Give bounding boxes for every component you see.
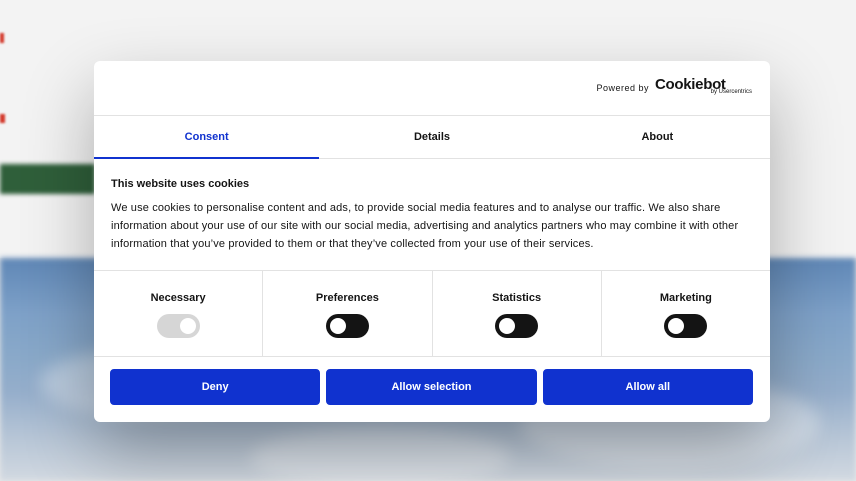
toggle-cell-preferences: Preferences: [263, 271, 433, 356]
body-text: We use cookies to personalise content an…: [111, 202, 739, 250]
logo-mark: Cookiebot by Usercentrics: [655, 77, 752, 99]
statistics-switch[interactable]: [495, 314, 539, 338]
switch-knob: [329, 318, 346, 334]
dialog-header: Powered by Cookiebot by Usercentrics: [94, 61, 770, 116]
dialog-body: This website uses cookies We use cookies…: [94, 159, 770, 271]
background-accent-mark: [0, 114, 5, 123]
tab-details[interactable]: Details: [319, 116, 544, 158]
preferences-switch[interactable]: [325, 314, 369, 338]
logo-powered-by: Powered by: [596, 83, 649, 93]
deny-button[interactable]: Deny: [110, 369, 321, 405]
tab-about[interactable]: About: [545, 116, 770, 158]
cookie-consent-dialog: Powered by Cookiebot by Usercentrics Con…: [94, 61, 770, 422]
background-button-shape: [0, 164, 95, 194]
toggle-cell-necessary: Necessary: [94, 271, 264, 356]
marketing-switch[interactable]: [664, 314, 708, 338]
toggle-cell-statistics: Statistics: [433, 271, 602, 356]
toggle-label-necessary: Necessary: [150, 292, 206, 304]
switch-knob: [668, 318, 685, 334]
background-cloud: [250, 428, 510, 481]
necessary-switch: [156, 314, 200, 338]
dialog-buttons: Deny Allow selection Allow all: [94, 357, 770, 405]
dialog-tabs: Consent Details About: [94, 116, 770, 159]
toggle-cell-marketing: Marketing: [602, 271, 770, 356]
background-accent-mark: [0, 33, 4, 43]
switch-knob: [179, 318, 196, 334]
toggle-label-marketing: Marketing: [659, 292, 712, 304]
body-title: This website uses cookies: [111, 178, 250, 190]
allow-selection-button[interactable]: Allow selection: [326, 369, 537, 405]
cookiebot-logo: Powered by Cookiebot by Usercentrics: [596, 77, 752, 99]
consent-toggles: Necessary Preferences Statistics Marketi…: [94, 271, 770, 357]
allow-all-button[interactable]: Allow all: [542, 369, 753, 405]
toggle-label-statistics: Statistics: [492, 292, 542, 304]
switch-knob: [499, 318, 516, 334]
toggle-label-preferences: Preferences: [315, 292, 379, 304]
logo-by: by Usercentrics: [710, 89, 752, 95]
tab-consent[interactable]: Consent: [94, 116, 320, 159]
